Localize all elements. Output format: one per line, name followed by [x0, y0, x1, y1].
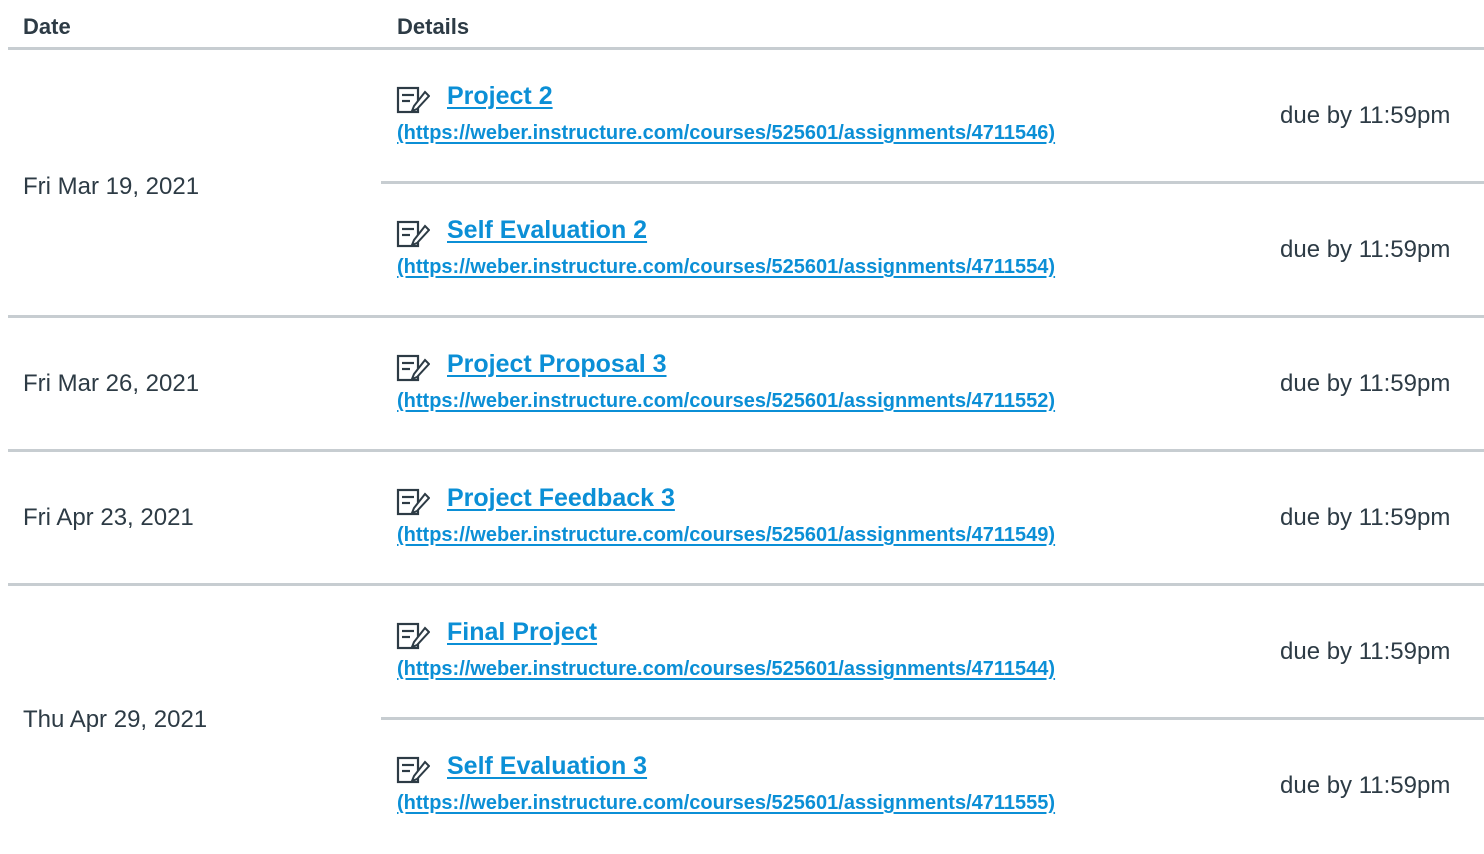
assignment-url-link[interactable]: (https://weber.instructure.com/courses/5…	[397, 793, 1055, 813]
course-schedule-table: Date Details Fri Mar 19, 2021 Project 2 …	[8, 0, 1484, 849]
due-time: due by 11:59pm	[1280, 102, 1451, 129]
assignment-url-link[interactable]: (https://weber.instructure.com/courses/5…	[397, 123, 1055, 143]
assignment-icon	[396, 220, 430, 248]
assignment-title-link[interactable]: Project Feedback 3	[447, 486, 675, 511]
assignment-row: Self Evaluation 2 (https://weber.instruc…	[381, 184, 1484, 318]
group-date: Thu Apr 29, 2021	[23, 706, 208, 733]
group-date: Fri Mar 26, 2021	[23, 370, 200, 397]
assignment-row: Final Project (https://weber.instructure…	[381, 586, 1484, 720]
assignment-url-link[interactable]: (https://weber.instructure.com/courses/5…	[397, 257, 1055, 277]
group-date: Fri Apr 23, 2021	[23, 504, 194, 531]
group-date: Fri Mar 19, 2021	[23, 173, 200, 200]
assignment-title-link[interactable]: Project 2	[447, 84, 553, 109]
assignment-title-link[interactable]: Final Project	[447, 620, 597, 645]
assignment-url-link[interactable]: (https://weber.instructure.com/courses/5…	[397, 659, 1055, 679]
assignment-icon	[396, 488, 430, 516]
due-time: due by 11:59pm	[1280, 504, 1451, 531]
assignment-icon	[396, 622, 430, 650]
assignment-icon	[396, 354, 430, 382]
date-group: Fri Apr 23, 2021 Project Feedback 3 (htt…	[8, 452, 1484, 586]
assignment-icon	[396, 86, 430, 114]
assignment-url-link[interactable]: (https://weber.instructure.com/courses/5…	[397, 525, 1055, 545]
assignment-row: Project Feedback 3 (https://weber.instru…	[381, 452, 1484, 586]
date-group: Thu Apr 29, 2021 Final Project (https://…	[8, 586, 1484, 849]
date-group: Fri Mar 26, 2021 Project Proposal 3 (htt…	[8, 318, 1484, 452]
due-time: due by 11:59pm	[1280, 236, 1451, 263]
due-time: due by 11:59pm	[1280, 638, 1451, 665]
due-time: due by 11:59pm	[1280, 772, 1451, 799]
assignment-url-link[interactable]: (https://weber.instructure.com/courses/5…	[397, 391, 1055, 411]
date-column-header: Date	[23, 14, 71, 39]
assignment-title-link[interactable]: Project Proposal 3	[447, 352, 667, 377]
assignment-row: Project Proposal 3 (https://weber.instru…	[381, 318, 1484, 452]
details-column-header: Details	[397, 14, 470, 39]
assignment-title-link[interactable]: Self Evaluation 3	[447, 754, 647, 779]
date-group: Fri Mar 19, 2021 Project 2 (https://webe…	[8, 50, 1484, 318]
assignment-icon	[396, 756, 430, 784]
table-header: Date Details	[8, 0, 1484, 50]
assignment-row: Project 2 (https://weber.instructure.com…	[381, 50, 1484, 184]
assignment-title-link[interactable]: Self Evaluation 2	[447, 218, 647, 243]
due-time: due by 11:59pm	[1280, 370, 1451, 397]
assignment-row: Self Evaluation 3 (https://weber.instruc…	[381, 720, 1484, 854]
